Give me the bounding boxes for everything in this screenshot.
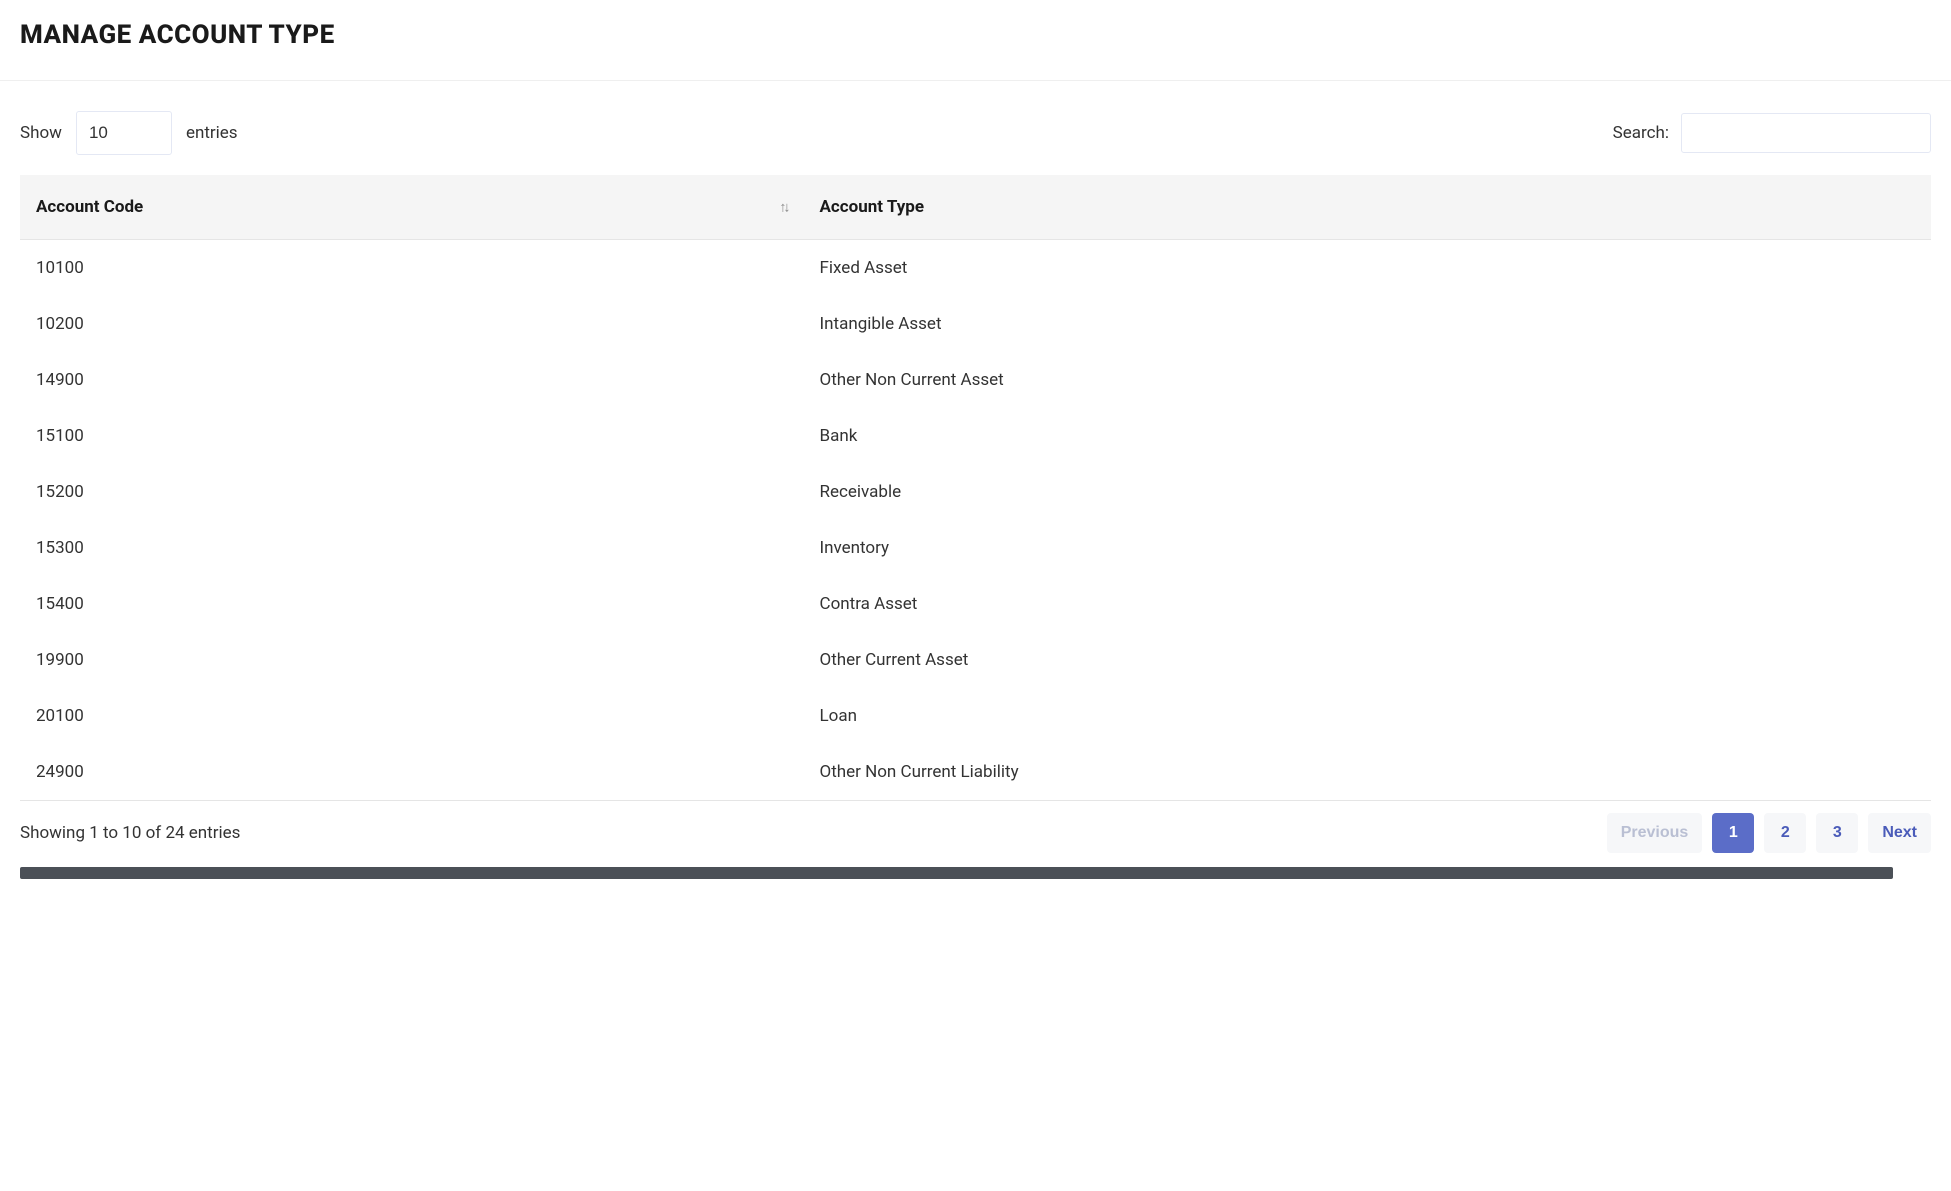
table-row: 14900Other Non Current Asset [20, 352, 1931, 408]
search-control: Search: [1613, 113, 1931, 153]
cell-account-code: 10200 [20, 296, 804, 352]
cell-account-type: Inventory [804, 520, 1932, 576]
search-label: Search: [1613, 123, 1669, 143]
table-header-row: Account Code ↑↓ Account Type [20, 175, 1931, 240]
table-row: 10100Fixed Asset [20, 240, 1931, 297]
table-row: 20100Loan [20, 688, 1931, 744]
cell-account-type: Loan [804, 688, 1932, 744]
sort-icon: ↑↓ [780, 199, 788, 216]
length-control: Show entries [20, 111, 238, 155]
pagination-page-button[interactable]: 2 [1764, 813, 1806, 853]
entries-label: entries [186, 123, 238, 143]
cell-account-type: Other Current Asset [804, 632, 1932, 688]
table-footer: Showing 1 to 10 of 24 entries Previous12… [20, 813, 1931, 853]
column-header-account-code[interactable]: Account Code ↑↓ [20, 175, 804, 240]
cell-account-code: 14900 [20, 352, 804, 408]
cell-account-code: 24900 [20, 744, 804, 801]
column-header-label: Account Code [36, 197, 143, 217]
entries-length-select[interactable] [76, 111, 172, 155]
cell-account-type: Contra Asset [804, 576, 1932, 632]
cell-account-type: Fixed Asset [804, 240, 1932, 297]
cell-account-type: Other Non Current Liability [804, 744, 1932, 801]
column-header-label: Account Type [820, 197, 925, 217]
table-row: 24900Other Non Current Liability [20, 744, 1931, 801]
cell-account-code: 15200 [20, 464, 804, 520]
table-row: 15200Receivable [20, 464, 1931, 520]
table-row: 15400Contra Asset [20, 576, 1931, 632]
account-type-table: Account Code ↑↓ Account Type 10100Fixed … [20, 175, 1931, 801]
cell-account-code: 19900 [20, 632, 804, 688]
pagination-previous-button: Previous [1607, 813, 1703, 853]
table-row: 19900Other Current Asset [20, 632, 1931, 688]
cell-account-code: 10100 [20, 240, 804, 297]
table-row: 15100Bank [20, 408, 1931, 464]
horizontal-scrollbar[interactable] [20, 867, 1931, 879]
cell-account-code: 15300 [20, 520, 804, 576]
search-input[interactable] [1681, 113, 1931, 153]
column-header-account-type[interactable]: Account Type [804, 175, 1932, 240]
show-label: Show [20, 123, 62, 143]
pagination-page-button[interactable]: 1 [1712, 813, 1754, 853]
table-controls: Show entries Search: [20, 111, 1931, 155]
cell-account-type: Receivable [804, 464, 1932, 520]
cell-account-type: Bank [804, 408, 1932, 464]
cell-account-type: Intangible Asset [804, 296, 1932, 352]
table-row: 15300Inventory [20, 520, 1931, 576]
pagination: Previous123Next [1607, 813, 1931, 853]
cell-account-code: 15400 [20, 576, 804, 632]
cell-account-type: Other Non Current Asset [804, 352, 1932, 408]
cell-account-code: 20100 [20, 688, 804, 744]
pagination-next-button[interactable]: Next [1868, 813, 1931, 853]
table-info: Showing 1 to 10 of 24 entries [20, 823, 240, 843]
pagination-page-button[interactable]: 3 [1816, 813, 1858, 853]
scrollbar-thumb[interactable] [20, 867, 1893, 879]
cell-account-code: 15100 [20, 408, 804, 464]
divider [0, 80, 1951, 81]
table-row: 10200Intangible Asset [20, 296, 1931, 352]
page-title: MANAGE ACCOUNT TYPE [20, 20, 1931, 50]
